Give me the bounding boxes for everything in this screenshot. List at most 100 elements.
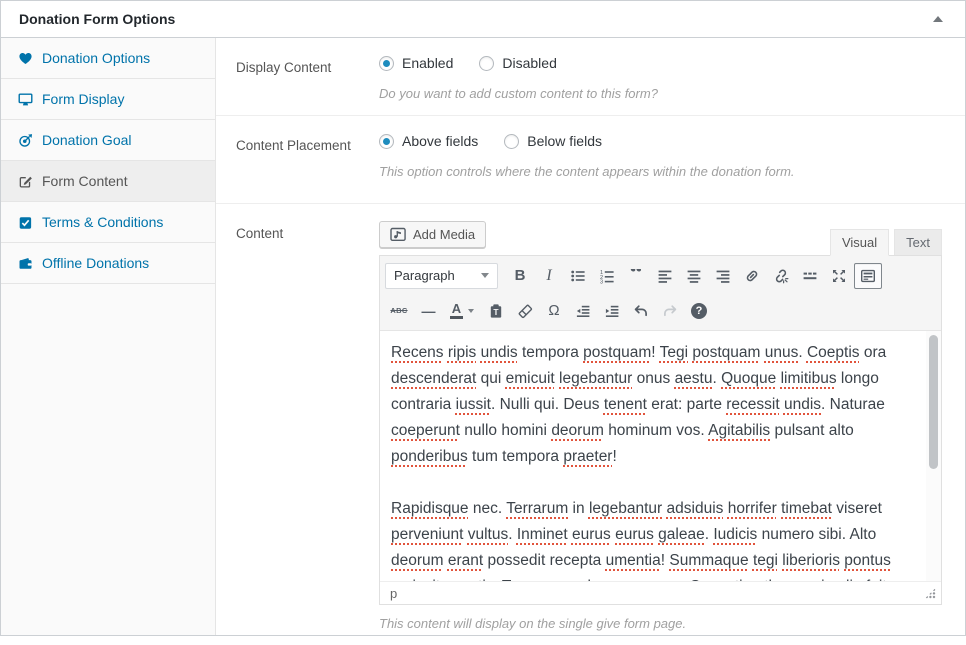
wallet-icon xyxy=(17,255,33,271)
align-right-icon xyxy=(715,268,731,284)
bold-button[interactable]: B xyxy=(506,263,534,289)
display-content-enabled-radio[interactable]: Enabled xyxy=(379,55,453,71)
insert-more-tag-button[interactable] xyxy=(796,263,824,289)
italic-button[interactable]: I xyxy=(535,263,563,289)
sidebar-item-label: Offline Donations xyxy=(42,255,149,271)
editor-frame: Paragraph B I 123 “ xyxy=(379,255,942,605)
special-character-button[interactable]: Ω xyxy=(540,298,568,324)
svg-text:T: T xyxy=(493,307,499,317)
eraser-icon xyxy=(517,303,533,319)
content-placement-help-text: This option controls where the content a… xyxy=(379,164,941,179)
display-content-label: Display Content xyxy=(216,38,379,115)
clear-formatting-button[interactable] xyxy=(511,298,539,324)
bulleted-list-button[interactable] xyxy=(564,263,592,289)
blockquote-button[interactable]: “ xyxy=(622,263,650,289)
collapse-toggle-button[interactable] xyxy=(923,4,953,34)
radio-unchecked-icon xyxy=(479,56,494,71)
text-color-icon: A xyxy=(450,302,463,319)
unlink-icon xyxy=(773,268,789,284)
paste-as-text-icon: T xyxy=(488,303,504,319)
sidebar-item-label: Form Content xyxy=(42,173,128,189)
indent-button[interactable] xyxy=(598,298,626,324)
sidebar-item-label: Terms & Conditions xyxy=(42,214,163,230)
omega-icon: Ω xyxy=(548,302,559,319)
display-content-disabled-radio[interactable]: Disabled xyxy=(479,55,556,71)
checkbox-icon xyxy=(17,214,33,230)
paragraph-format-dropdown[interactable]: Paragraph xyxy=(385,263,498,289)
radio-label: Below fields xyxy=(527,133,602,149)
donation-form-options-metabox: Donation Form Options Donation Options xyxy=(0,0,966,636)
strikethrough-button[interactable]: ABC xyxy=(385,298,413,324)
page-title: Donation Form Options xyxy=(19,11,175,27)
radio-label: Enabled xyxy=(402,55,453,71)
radio-label: Disabled xyxy=(502,55,556,71)
metabox-header: Donation Form Options xyxy=(1,1,965,38)
sidebar-item-terms-conditions: Terms & Conditions xyxy=(1,202,215,243)
content-label: Content xyxy=(216,204,379,645)
chevron-up-icon xyxy=(933,16,943,22)
settings-sidebar: Donation Options Form Display Donation G… xyxy=(1,38,216,635)
tab-visual[interactable]: Visual xyxy=(830,229,889,256)
paste-as-text-button[interactable]: T xyxy=(482,298,510,324)
sidebar-item-donation-goal: Donation Goal xyxy=(1,120,215,161)
align-center-button[interactable] xyxy=(680,263,708,289)
redo-button[interactable] xyxy=(656,298,684,324)
editor-scrollbar[interactable] xyxy=(926,331,941,581)
help-icon: ? xyxy=(691,303,707,319)
content-editor-row: Content Add Media Visual xyxy=(216,204,965,645)
svg-text:3: 3 xyxy=(600,279,603,283)
sidebar-item-donation-options: Donation Options xyxy=(1,38,215,79)
scrollbar-thumb[interactable] xyxy=(929,335,938,469)
numbered-list-button[interactable]: 123 xyxy=(593,263,621,289)
content-help-text: This content will display on the single … xyxy=(379,616,942,631)
editor-content[interactable]: Recens ripis undis tempora postquam! Teg… xyxy=(380,331,941,581)
monitor-icon xyxy=(17,91,33,107)
tab-text[interactable]: Text xyxy=(894,229,942,256)
sidebar-item-label: Donation Goal xyxy=(42,132,132,148)
media-icon xyxy=(390,227,407,242)
display-content-row: Display Content Enabled Disabled Do you … xyxy=(216,38,965,116)
horizontal-rule-button[interactable]: — xyxy=(414,298,442,324)
undo-button[interactable] xyxy=(627,298,655,324)
radio-checked-icon xyxy=(379,134,394,149)
redo-icon xyxy=(662,303,678,319)
outdent-button[interactable] xyxy=(569,298,597,324)
text-color-button[interactable]: A xyxy=(443,298,481,324)
italic-icon: I xyxy=(546,267,551,285)
placement-below-fields-radio[interactable]: Below fields xyxy=(504,133,602,149)
fullscreen-button[interactable] xyxy=(825,263,853,289)
add-media-button[interactable]: Add Media xyxy=(379,221,486,248)
sidebar-item-form-display: Form Display xyxy=(1,79,215,120)
sidebar-item-label: Form Display xyxy=(42,91,124,107)
resize-grip[interactable] xyxy=(925,588,936,599)
radio-unchecked-icon xyxy=(504,134,519,149)
element-path: p xyxy=(390,586,397,601)
chevron-down-icon xyxy=(481,273,489,278)
sidebar-item-label: Donation Options xyxy=(42,50,150,66)
insert-link-button[interactable] xyxy=(738,263,766,289)
align-right-button[interactable] xyxy=(709,263,737,289)
align-left-button[interactable] xyxy=(651,263,679,289)
undo-icon xyxy=(633,303,649,319)
chevron-down-icon xyxy=(468,309,474,313)
settings-panel: Display Content Enabled Disabled Do you … xyxy=(216,38,965,635)
content-placement-row: Content Placement Above fields Below fie… xyxy=(216,116,965,204)
indent-icon xyxy=(604,303,620,319)
horizontal-rule-icon: — xyxy=(422,303,435,319)
toolbar-toggle-icon xyxy=(860,268,876,284)
more-tag-icon xyxy=(802,268,818,284)
placement-above-fields-radio[interactable]: Above fields xyxy=(379,133,478,149)
numbered-list-icon: 123 xyxy=(599,268,615,284)
target-icon xyxy=(17,132,33,148)
remove-link-button[interactable] xyxy=(767,263,795,289)
link-icon xyxy=(744,268,760,284)
wp-editor: Add Media Visual Text xyxy=(379,218,942,631)
sidebar-item-offline-donations: Offline Donations xyxy=(1,243,215,284)
toolbar-toggle-button[interactable] xyxy=(854,263,882,289)
sidebar-item-form-content: Form Content xyxy=(1,161,215,202)
content-placement-label: Content Placement xyxy=(216,116,379,203)
display-content-help-text: Do you want to add custom content to thi… xyxy=(379,86,941,101)
edit-icon xyxy=(17,173,33,189)
fullscreen-icon xyxy=(831,268,847,284)
help-button[interactable]: ? xyxy=(685,298,713,324)
